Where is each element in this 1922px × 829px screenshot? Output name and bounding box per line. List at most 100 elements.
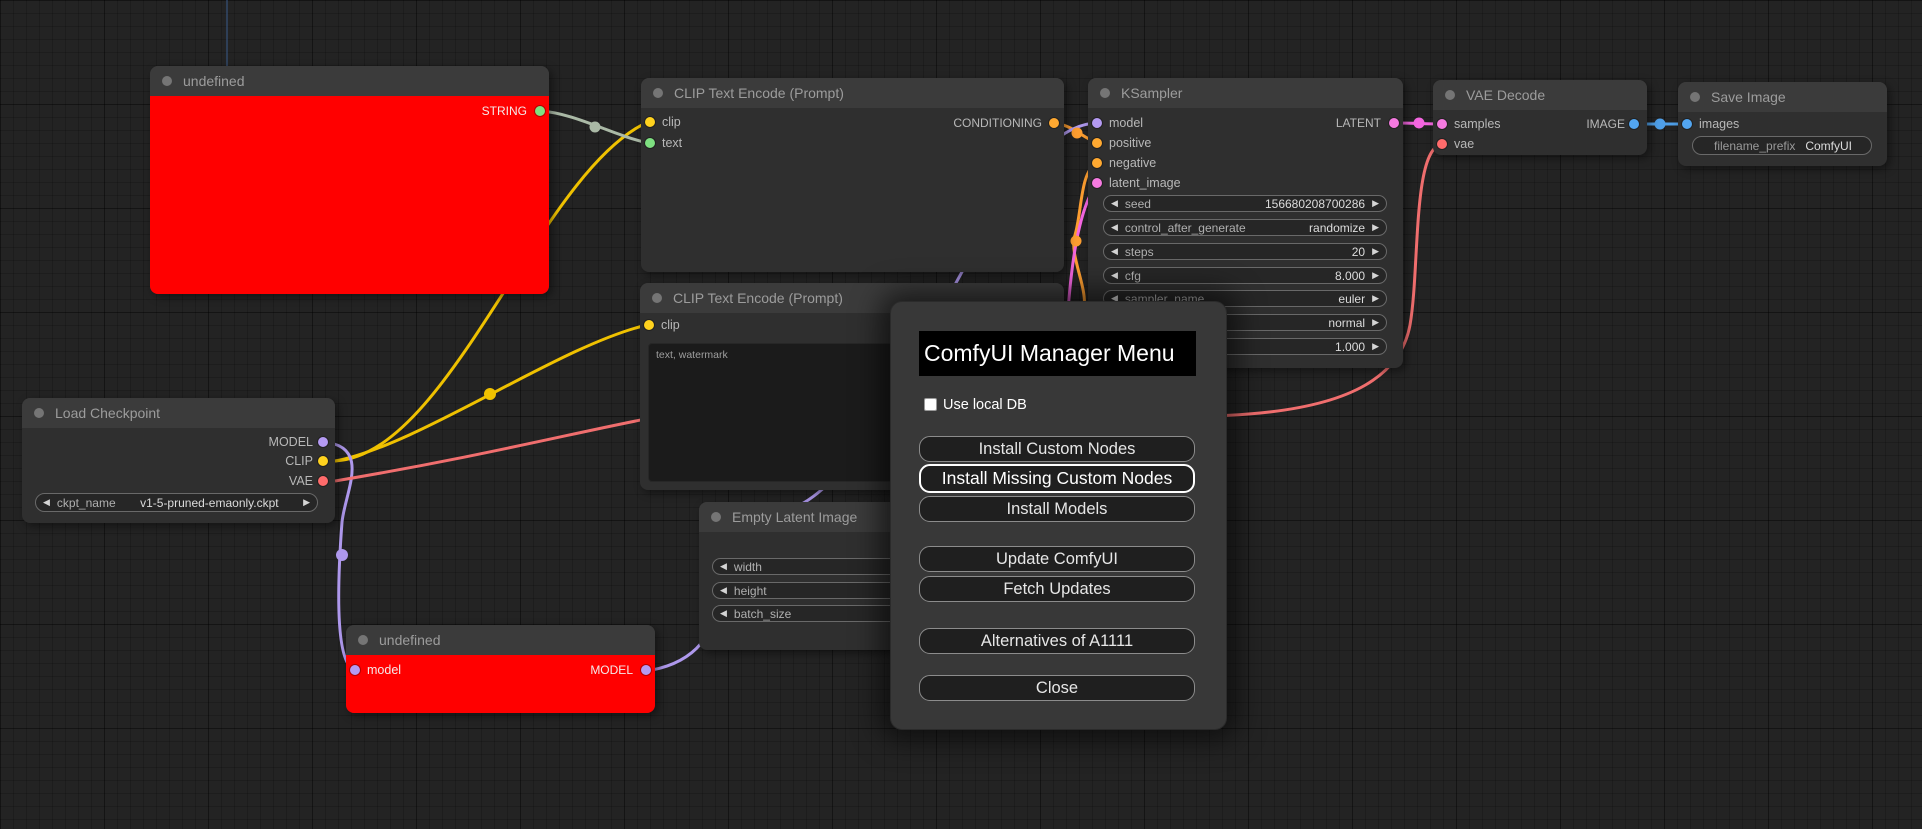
- output-label: VAE: [288, 474, 313, 488]
- install-custom-nodes-button[interactable]: Install Custom Nodes: [919, 436, 1195, 462]
- collapse-dot-icon[interactable]: [711, 512, 721, 522]
- input-label: model: [367, 663, 402, 677]
- widget-value: 1.000: [1335, 339, 1366, 354]
- collapse-dot-icon[interactable]: [34, 408, 44, 418]
- node-vae-decode[interactable]: VAE Decode samples vae IMAGE: [1433, 80, 1647, 155]
- widget-label: cfg: [1124, 268, 1141, 283]
- increment-arrow-icon[interactable]: ▶: [303, 497, 310, 508]
- decrement-arrow-icon[interactable]: ◀: [1111, 246, 1118, 257]
- collapse-dot-icon[interactable]: [1690, 92, 1700, 102]
- fetch-updates-button[interactable]: Fetch Updates: [919, 576, 1195, 602]
- widget-cfg[interactable]: ◀ cfg 8.000 ▶: [1103, 267, 1387, 284]
- slot-dot-model[interactable]: [350, 665, 360, 675]
- node-title-bar[interactable]: KSampler: [1088, 78, 1403, 108]
- collapse-dot-icon[interactable]: [653, 88, 663, 98]
- link-dot-conditioning-positive[interactable]: [1071, 127, 1083, 139]
- slot-dot-image[interactable]: [1629, 119, 1639, 129]
- collapse-dot-icon[interactable]: [1100, 88, 1110, 98]
- decrement-arrow-icon[interactable]: ◀: [720, 585, 727, 596]
- link-dot-conditioning-negative[interactable]: [1070, 235, 1082, 247]
- link-dot-string[interactable]: [589, 121, 601, 133]
- node-clip-text-encode-1[interactable]: CLIP Text Encode (Prompt) clip text COND…: [641, 78, 1064, 272]
- slot-dot-vae[interactable]: [318, 476, 328, 486]
- node-title-bar[interactable]: CLIP Text Encode (Prompt): [641, 78, 1064, 108]
- widget-filename-prefix[interactable]: filename_prefix ComfyUI: [1692, 136, 1872, 155]
- input-label: negative: [1109, 156, 1157, 170]
- slot-dot-string[interactable]: [535, 106, 545, 116]
- widget-value: v1-5-pruned-emaonly.ckpt: [140, 495, 279, 510]
- slot-dot-clip[interactable]: [318, 456, 328, 466]
- increment-arrow-icon[interactable]: ▶: [1372, 293, 1379, 304]
- node-load-checkpoint[interactable]: Load Checkpoint MODEL CLIP VAE ◀ ckpt_na…: [22, 398, 335, 523]
- install-models-button[interactable]: Install Models: [919, 496, 1195, 522]
- increment-arrow-icon[interactable]: ▶: [1372, 246, 1379, 257]
- slot-dot-clip[interactable]: [644, 320, 654, 330]
- decrement-arrow-icon[interactable]: ◀: [1111, 270, 1118, 281]
- link-dot-clip[interactable]: [484, 388, 496, 400]
- widget-label: batch_size: [733, 606, 792, 621]
- slot-dot-model[interactable]: [318, 437, 328, 447]
- increment-arrow-icon[interactable]: ▶: [1372, 222, 1379, 233]
- decrement-arrow-icon[interactable]: ◀: [720, 561, 727, 572]
- node-title-bar[interactable]: Save Image: [1678, 82, 1887, 112]
- widget-control-after-generate[interactable]: ◀ control_after_generate randomize ▶: [1103, 219, 1387, 236]
- comfyui-canvas[interactable]: { "icons": { "left_arrow": "◀", "right_a…: [0, 0, 1922, 829]
- node-title: undefined: [183, 73, 245, 89]
- install-missing-custom-nodes-button[interactable]: Install Missing Custom Nodes: [919, 464, 1195, 493]
- node-title-bar[interactable]: Load Checkpoint: [22, 398, 335, 428]
- increment-arrow-icon[interactable]: ▶: [1372, 317, 1379, 328]
- slot-dot-text[interactable]: [645, 138, 655, 148]
- collapse-dot-icon[interactable]: [162, 76, 172, 86]
- input-slot-negative: negative: [1088, 153, 1403, 173]
- collapse-dot-icon[interactable]: [1445, 90, 1455, 100]
- widget-ckpt-name[interactable]: ◀ ckpt_name v1-5-pruned-emaonly.ckpt ▶: [35, 493, 318, 512]
- increment-arrow-icon[interactable]: ▶: [1372, 341, 1379, 352]
- manager-menu-title: ComfyUI Manager Menu: [919, 331, 1196, 376]
- decrement-arrow-icon[interactable]: ◀: [1111, 198, 1118, 209]
- decrement-arrow-icon[interactable]: ◀: [43, 497, 50, 508]
- node-undefined-top[interactable]: undefined STRING: [150, 66, 549, 294]
- alternatives-of-a1111-button[interactable]: Alternatives of A1111: [919, 628, 1195, 654]
- input-slot-text: text: [641, 133, 1064, 153]
- use-local-db-checkbox[interactable]: [924, 398, 937, 411]
- node-title-bar[interactable]: undefined: [150, 66, 549, 96]
- node-save-image[interactable]: Save Image images filename_prefix ComfyU…: [1678, 82, 1887, 166]
- widget-value: 8.000: [1335, 268, 1366, 283]
- update-comfyui-button[interactable]: Update ComfyUI: [919, 546, 1195, 572]
- slot-dot-model-out[interactable]: [641, 665, 651, 675]
- link-dot-latent[interactable]: [1413, 117, 1425, 129]
- collapse-dot-icon[interactable]: [652, 293, 662, 303]
- slot-dot-vae[interactable]: [1437, 139, 1447, 149]
- widget-value: randomize: [1309, 220, 1366, 235]
- slot-dot-conditioning[interactable]: [1049, 118, 1059, 128]
- increment-arrow-icon[interactable]: ▶: [1372, 198, 1379, 209]
- link-dot-model[interactable]: [336, 549, 348, 561]
- wire-string-to-text[interactable]: [539, 109, 649, 145]
- slot-dot-latent[interactable]: [1389, 118, 1399, 128]
- node-title: VAE Decode: [1466, 87, 1546, 103]
- widget-label: control_after_generate: [1124, 220, 1246, 235]
- decrement-arrow-icon[interactable]: ◀: [720, 608, 727, 619]
- slot-dot-images[interactable]: [1682, 119, 1692, 129]
- output-slot-model: MODEL: [22, 432, 335, 452]
- widget-value: 20: [1351, 244, 1366, 259]
- slot-dot-positive[interactable]: [1092, 138, 1102, 148]
- close-button[interactable]: Close: [919, 675, 1195, 701]
- slot-dot-latent-image[interactable]: [1092, 178, 1102, 188]
- decrement-arrow-icon[interactable]: ◀: [1111, 222, 1118, 233]
- input-slot-images: images: [1678, 114, 1887, 134]
- widget-steps[interactable]: ◀ steps 20 ▶: [1103, 243, 1387, 260]
- node-title: CLIP Text Encode (Prompt): [673, 290, 843, 306]
- output-slot-string: STRING: [150, 101, 549, 121]
- wire-clip-to-negative-prompt[interactable]: [334, 323, 648, 463]
- slot-dot-negative[interactable]: [1092, 158, 1102, 168]
- increment-arrow-icon[interactable]: ▶: [1372, 270, 1379, 281]
- node-title-bar[interactable]: VAE Decode: [1433, 80, 1647, 110]
- node-title-bar[interactable]: undefined: [346, 625, 655, 655]
- output-label: IMAGE: [1586, 117, 1625, 131]
- collapse-dot-icon[interactable]: [358, 635, 368, 645]
- node-undefined-bottom[interactable]: undefined model MODEL: [346, 625, 655, 713]
- widget-seed[interactable]: ◀ seed 156680208700286 ▶: [1103, 195, 1387, 212]
- input-slot-latent-image: latent_image: [1088, 173, 1403, 193]
- link-dot-image[interactable]: [1654, 118, 1666, 130]
